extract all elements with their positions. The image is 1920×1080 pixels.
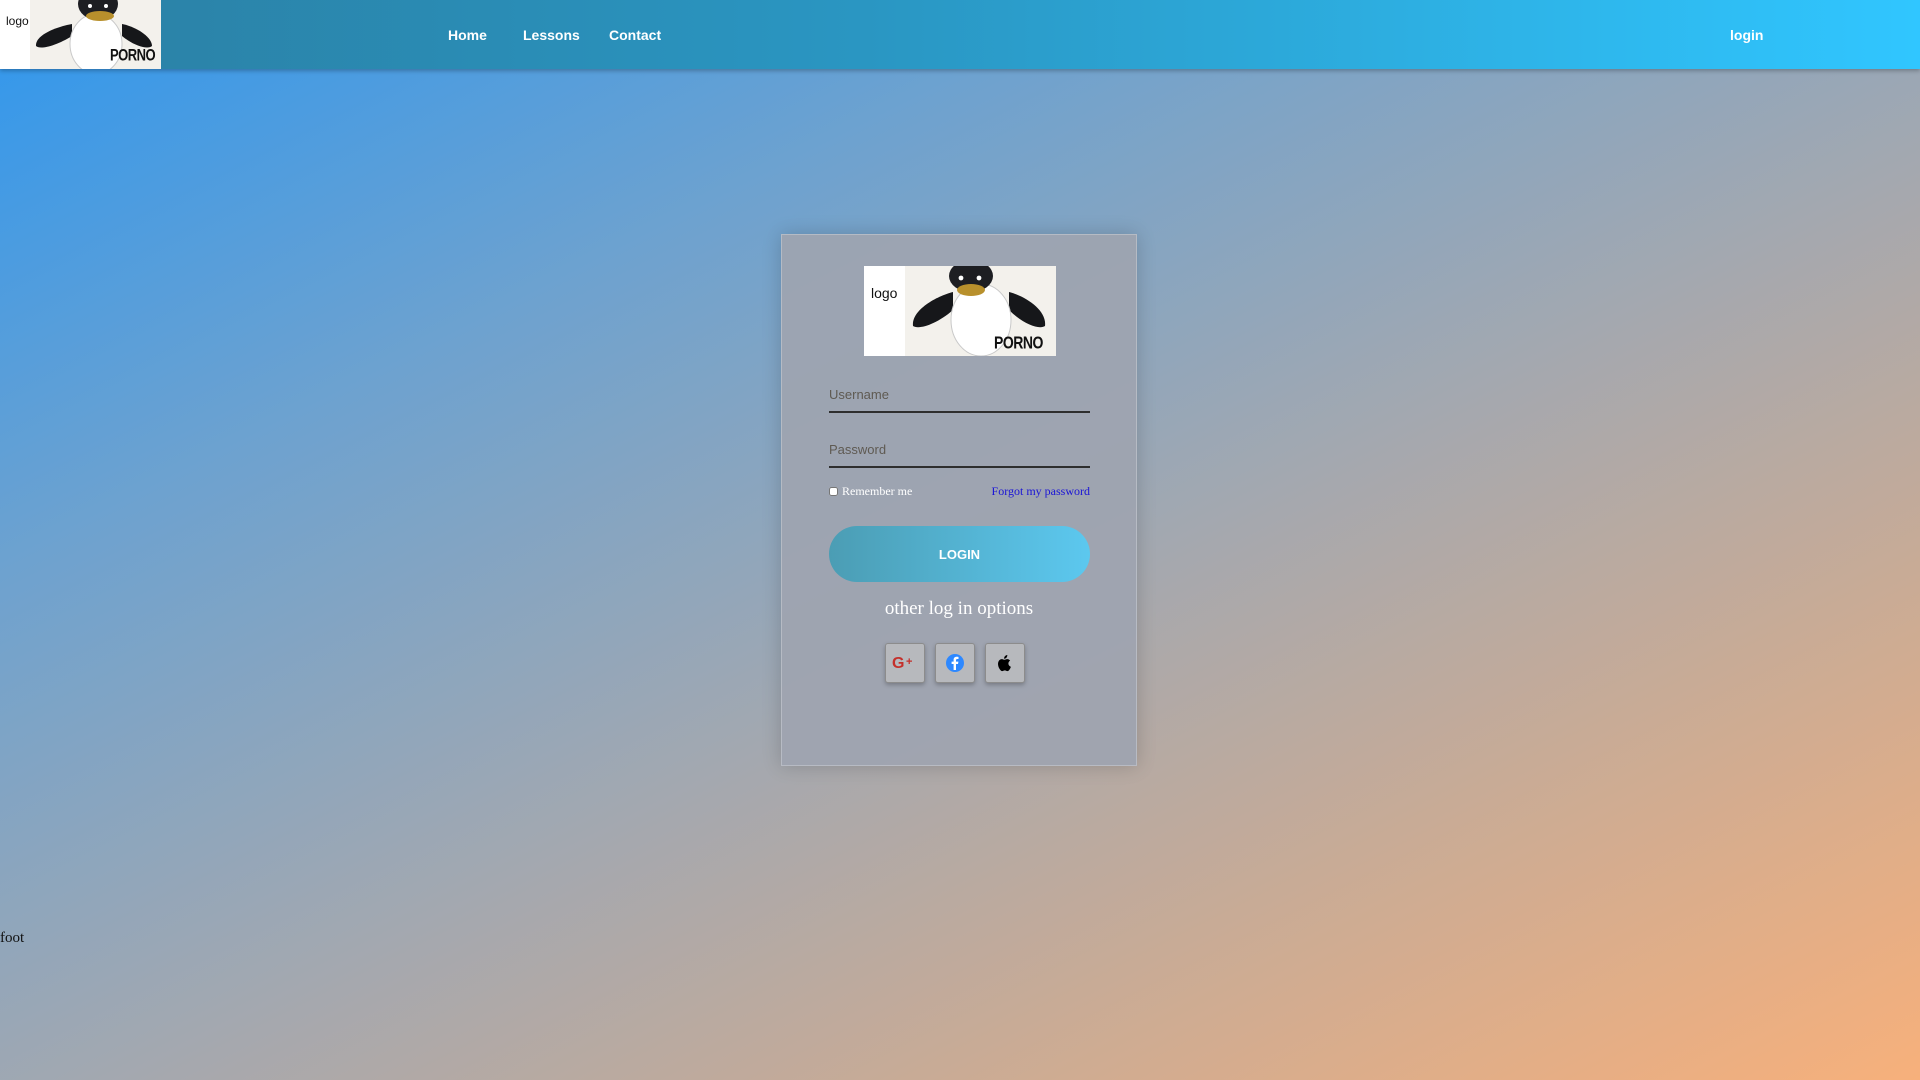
logo-caption: PORNO bbox=[994, 332, 1043, 352]
nav-link-home[interactable]: Home bbox=[448, 27, 487, 43]
remember-me-checkbox[interactable] bbox=[829, 487, 838, 496]
facebook-login-button[interactable] bbox=[935, 643, 975, 683]
nav-item-home: Home bbox=[448, 0, 487, 69]
password-input[interactable] bbox=[829, 438, 1090, 468]
username-input[interactable] bbox=[829, 383, 1090, 413]
logo-alt-text: logo bbox=[871, 285, 898, 301]
footer-text: foot bbox=[0, 930, 25, 946]
nav-item-lessons: Lessons bbox=[523, 0, 580, 69]
top-navbar: logo PORNO Home Lessons Contact login bbox=[0, 0, 1920, 69]
remember-me-label: Remember me bbox=[842, 484, 913, 498]
nav-link-lessons[interactable]: Lessons bbox=[523, 27, 580, 43]
logo-caption: PORNO bbox=[110, 45, 156, 64]
nav-item-contact: Contact bbox=[609, 0, 661, 69]
login-button[interactable]: LOGIN bbox=[829, 526, 1090, 582]
header-logo[interactable]: logo PORNO bbox=[0, 0, 161, 69]
google-plus-icon: G + bbox=[892, 655, 912, 672]
logo-alt-text: logo bbox=[6, 14, 29, 28]
google-login-button[interactable]: G + bbox=[885, 643, 925, 683]
apple-icon bbox=[998, 655, 1011, 672]
nav-link-contact[interactable]: Contact bbox=[609, 27, 661, 43]
nav-item-login: login bbox=[1730, 0, 1763, 69]
login-card-logo: logo PORNO bbox=[864, 266, 1056, 356]
remember-me[interactable]: Remember me bbox=[829, 484, 912, 499]
login-card: logo PORNO bbox=[781, 234, 1137, 766]
forgot-password-link[interactable]: Forgot my password bbox=[992, 484, 1090, 499]
svg-text:G: G bbox=[892, 655, 904, 672]
svg-text:+: + bbox=[906, 656, 912, 668]
other-options-label: other log in options bbox=[884, 598, 1034, 619]
apple-login-button[interactable] bbox=[985, 643, 1025, 683]
facebook-icon bbox=[946, 654, 964, 672]
nav-link-login[interactable]: login bbox=[1730, 27, 1763, 43]
